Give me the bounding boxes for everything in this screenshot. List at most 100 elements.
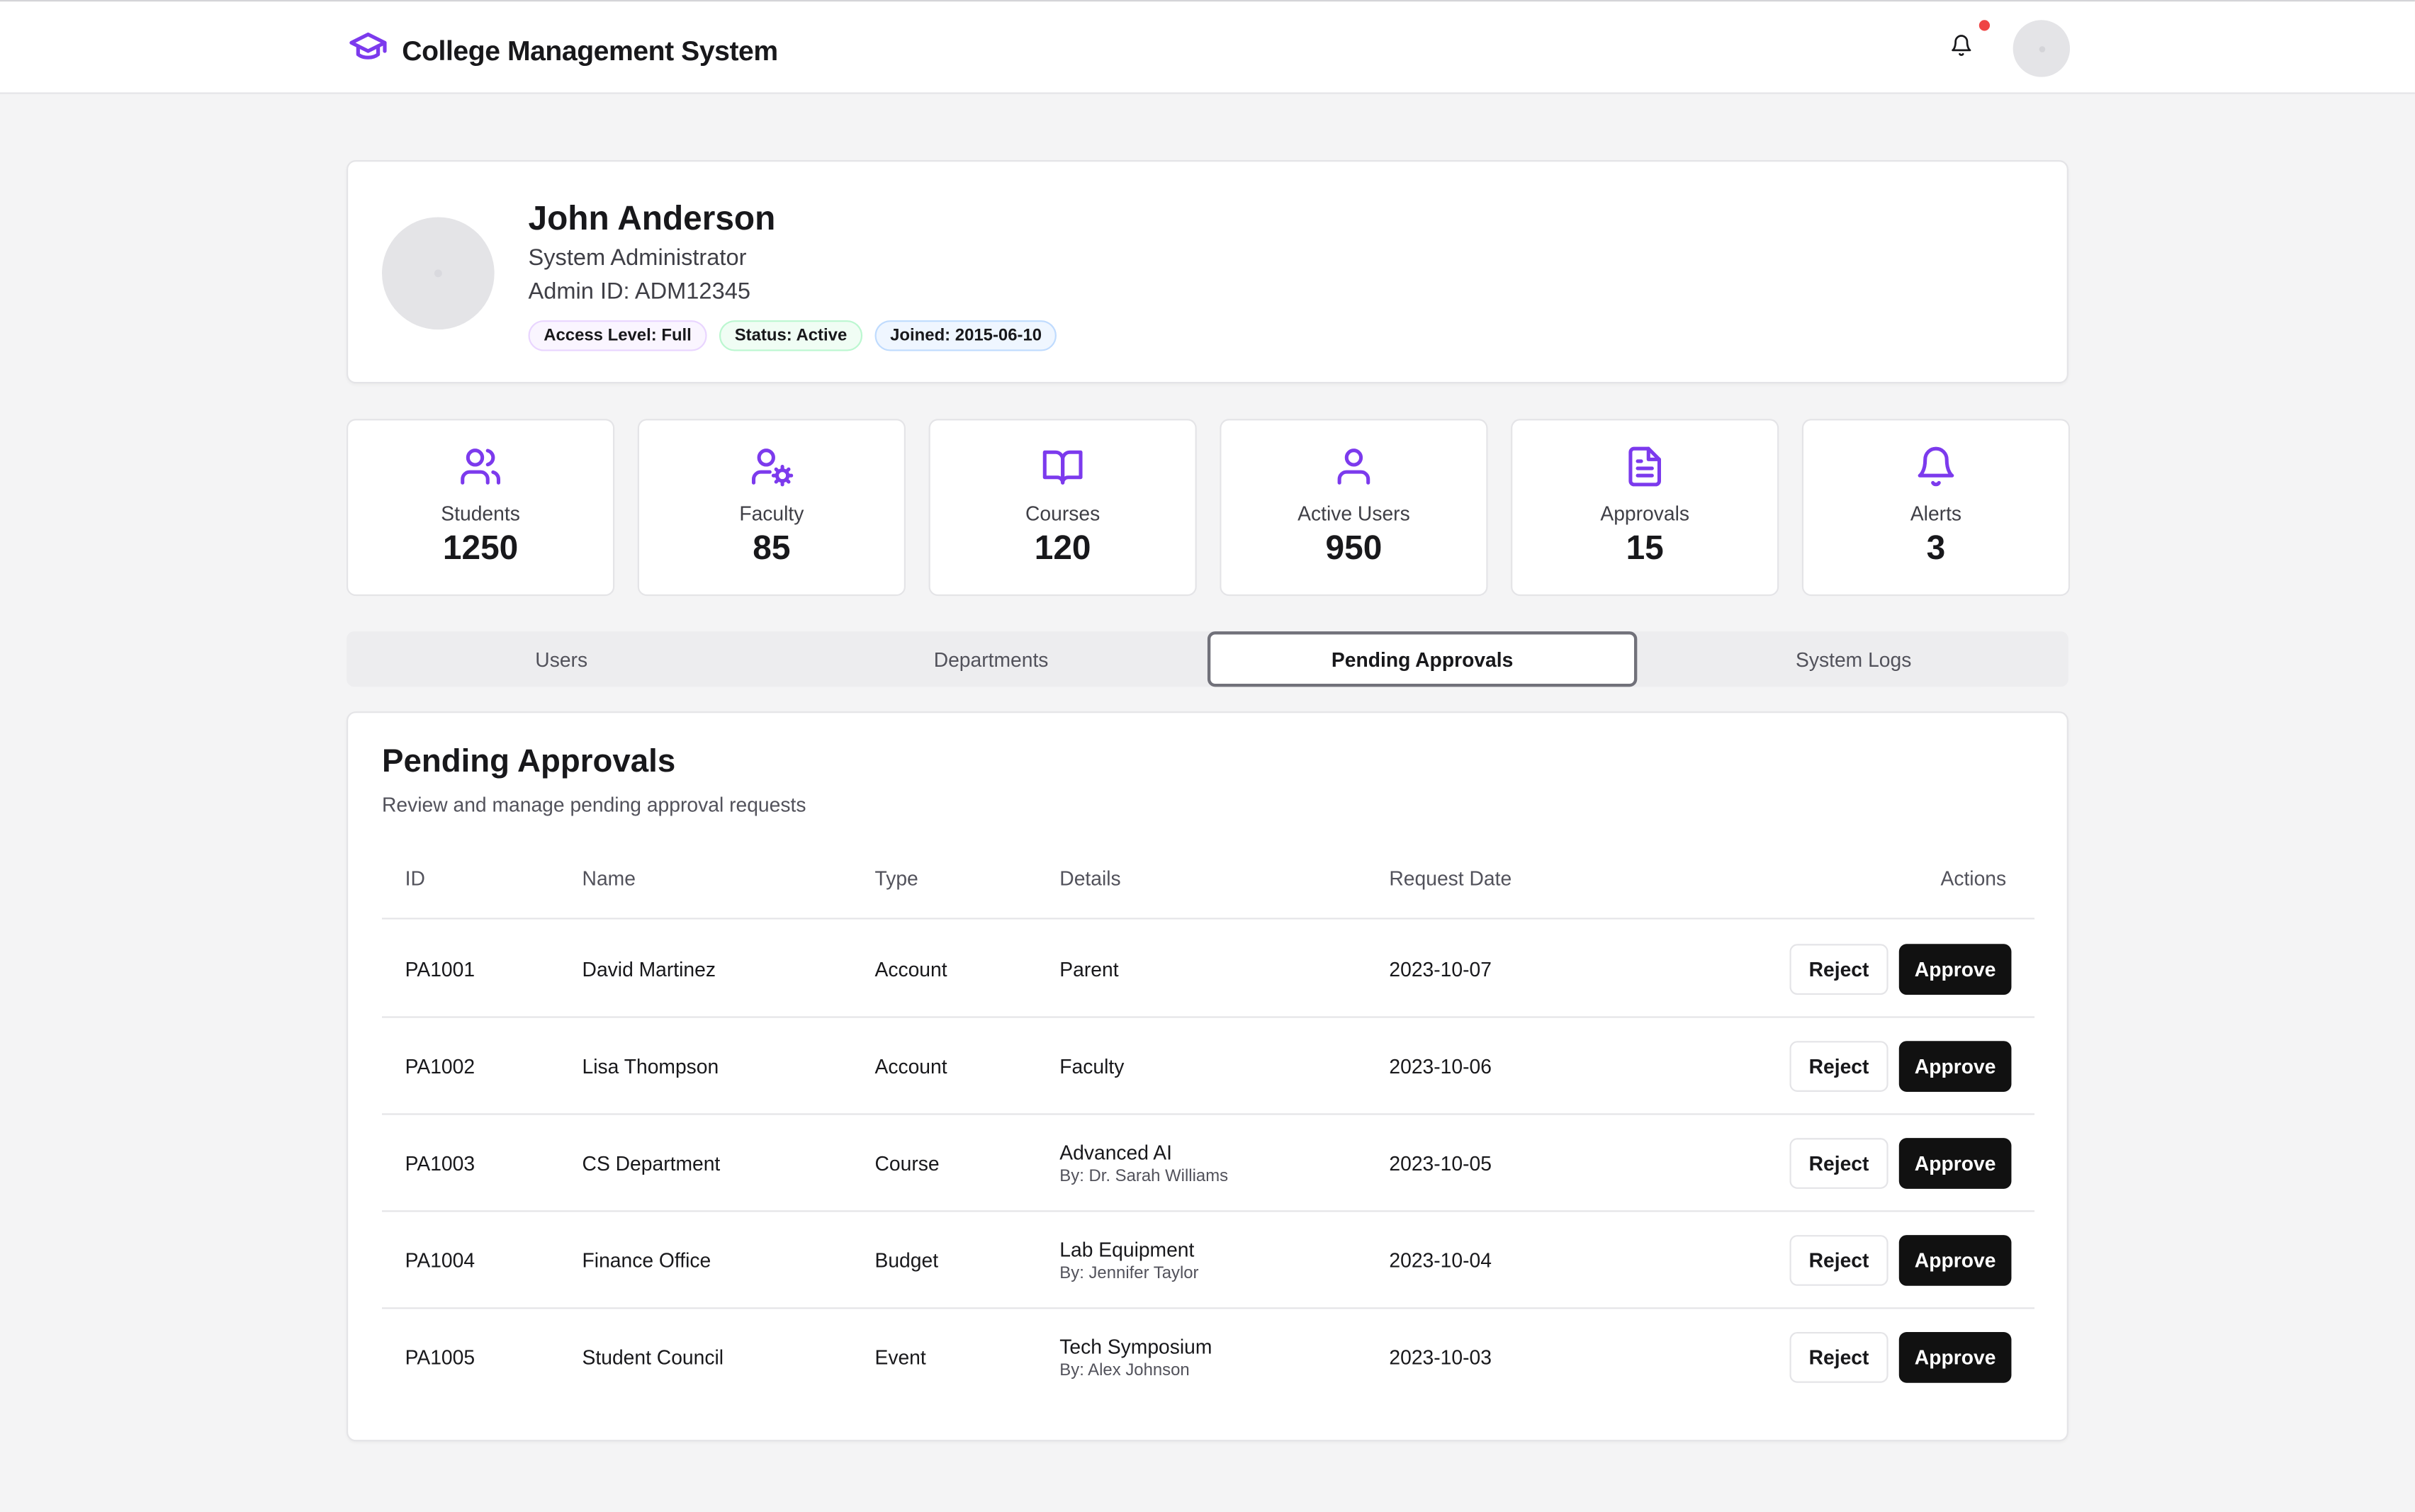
stat-label: Faculty — [739, 502, 804, 526]
tab-system-logs[interactable]: System Logs — [1638, 631, 2068, 687]
stat-label: Students — [441, 502, 520, 526]
profile-role: System Administrator — [528, 244, 747, 271]
book-open-icon — [930, 445, 1195, 488]
stat-card-active-users: Active Users 950 — [1220, 419, 1488, 597]
column-header-request-date: Request Date — [1389, 867, 1512, 891]
stats-grid: Students 1250 Faculty 85 Courses 120 Act… — [347, 419, 2071, 597]
cell-details: Advanced AI By: Dr. Sarah Williams — [1059, 1115, 1228, 1212]
panel-title: Pending Approvals — [382, 743, 676, 779]
reject-button[interactable]: Reject — [1789, 1138, 1888, 1189]
cell-details: Lab Equipment By: Jennifer Taylor — [1059, 1212, 1198, 1309]
stat-value: 15 — [1626, 528, 1664, 567]
tab-list: Users Departments Pending Approvals Syst… — [347, 631, 2068, 687]
users-icon — [348, 445, 613, 488]
graduation-cap-icon — [347, 28, 390, 75]
stat-card-courses: Courses 120 — [928, 419, 1197, 597]
file-text-icon — [1512, 445, 1777, 488]
stat-label: Approvals — [1600, 502, 1690, 526]
cell-date: 2023-10-06 — [1389, 1054, 1492, 1078]
reject-button[interactable]: Reject — [1789, 944, 1888, 995]
stat-label: Active Users — [1297, 502, 1410, 526]
stat-card-alerts: Alerts 3 — [1801, 419, 2071, 597]
cell-name: Finance Office — [582, 1248, 711, 1273]
profile-avatar — [382, 217, 495, 330]
table-header: ID Name Type Details Request Date Action… — [382, 861, 2035, 920]
details-main: Tech Symposium — [1059, 1335, 1212, 1358]
cell-id: PA1005 — [405, 1345, 475, 1370]
cell-id: PA1001 — [405, 957, 475, 981]
column-header-details: Details — [1059, 867, 1121, 891]
details-sub: By: Dr. Sarah Williams — [1059, 1167, 1229, 1186]
stat-value: 120 — [1034, 528, 1091, 567]
cell-date: 2023-10-03 — [1389, 1345, 1492, 1370]
column-header-name: Name — [582, 867, 636, 891]
stat-card-approvals: Approvals 15 — [1511, 419, 1779, 597]
pending-approvals-panel: Pending Approvals Review and manage pend… — [347, 711, 2068, 1442]
column-header-id: ID — [405, 867, 425, 891]
profile-name: John Anderson — [528, 198, 776, 237]
profile-card: John Anderson System Administrator Admin… — [347, 160, 2068, 384]
details-main: Parent — [1059, 957, 1119, 981]
column-header-actions: Actions — [1940, 867, 2007, 891]
cell-name: Lisa Thompson — [582, 1054, 719, 1078]
cell-date: 2023-10-07 — [1389, 957, 1492, 981]
tab-pending-approvals[interactable]: Pending Approvals — [1207, 631, 1638, 687]
cell-details: Tech Symposium By: Alex Johnson — [1059, 1309, 1212, 1406]
table-row: PA1001 David Martinez Account Parent 202… — [382, 921, 2035, 1018]
column-header-type: Type — [874, 867, 918, 891]
app-title: College Management System — [402, 35, 778, 67]
stat-value: 950 — [1325, 528, 1383, 567]
approve-button[interactable]: Approve — [1898, 1331, 2012, 1383]
reject-button[interactable]: Reject — [1789, 1331, 1888, 1383]
notifications-button[interactable] — [1944, 33, 1978, 67]
cell-id: PA1002 — [405, 1054, 475, 1078]
bell-icon — [1949, 34, 1972, 64]
reject-button[interactable]: Reject — [1789, 1041, 1888, 1092]
cell-details: Faculty — [1059, 1018, 1124, 1115]
cell-id: PA1004 — [405, 1248, 475, 1273]
stat-value: 3 — [1926, 528, 1946, 567]
tab-departments[interactable]: Departments — [776, 631, 1205, 687]
approve-button[interactable]: Approve — [1898, 944, 2012, 995]
cell-id: PA1003 — [405, 1151, 475, 1175]
cell-type: Account — [874, 1054, 947, 1078]
cell-details: Parent — [1059, 921, 1118, 1018]
stat-card-students: Students 1250 — [347, 419, 615, 597]
details-sub: By: Jennifer Taylor — [1059, 1264, 1199, 1283]
reject-button[interactable]: Reject — [1789, 1235, 1888, 1286]
stat-label: Alerts — [1910, 502, 1962, 526]
panel-subtitle: Review and manage pending approval reque… — [382, 793, 806, 816]
approve-button[interactable]: Approve — [1898, 1235, 2012, 1286]
stat-value: 1250 — [442, 528, 519, 567]
user-icon — [1222, 445, 1487, 488]
user-avatar[interactable] — [2012, 20, 2071, 77]
tab-users[interactable]: Users — [347, 631, 776, 687]
cell-type: Account — [874, 957, 947, 981]
cell-name: Student Council — [582, 1345, 724, 1370]
approve-button[interactable]: Approve — [1898, 1138, 2012, 1189]
cell-type: Budget — [874, 1248, 939, 1273]
cell-name: David Martinez — [582, 957, 716, 981]
cell-date: 2023-10-05 — [1389, 1151, 1492, 1175]
status-badge: Status: Active — [719, 320, 863, 351]
access-level-badge: Access Level: Full — [528, 320, 707, 351]
bell-icon — [1803, 445, 2068, 488]
cell-type: Course — [874, 1151, 940, 1175]
table-row: PA1002 Lisa Thompson Account Faculty 202… — [382, 1018, 2035, 1115]
approve-button[interactable]: Approve — [1898, 1041, 2012, 1092]
stat-value: 85 — [753, 528, 791, 567]
details-main: Lab Equipment — [1059, 1238, 1195, 1262]
profile-badges: Access Level: Full Status: Active Joined… — [528, 320, 1057, 351]
stat-card-faculty: Faculty 85 — [637, 419, 906, 597]
cell-type: Event — [874, 1345, 926, 1370]
details-main: Faculty — [1059, 1054, 1125, 1078]
table-row: PA1003 CS Department Course Advanced AI … — [382, 1115, 2035, 1212]
brand[interactable]: College Management System — [347, 28, 778, 75]
details-sub: By: Alex Johnson — [1059, 1361, 1190, 1380]
stat-label: Courses — [1025, 502, 1100, 526]
table-row: PA1004 Finance Office Budget Lab Equipme… — [382, 1212, 2035, 1309]
joined-badge: Joined: 2015-06-10 — [874, 320, 1057, 351]
user-cog-icon — [639, 445, 904, 488]
cell-date: 2023-10-04 — [1389, 1248, 1492, 1273]
cell-name: CS Department — [582, 1151, 721, 1175]
